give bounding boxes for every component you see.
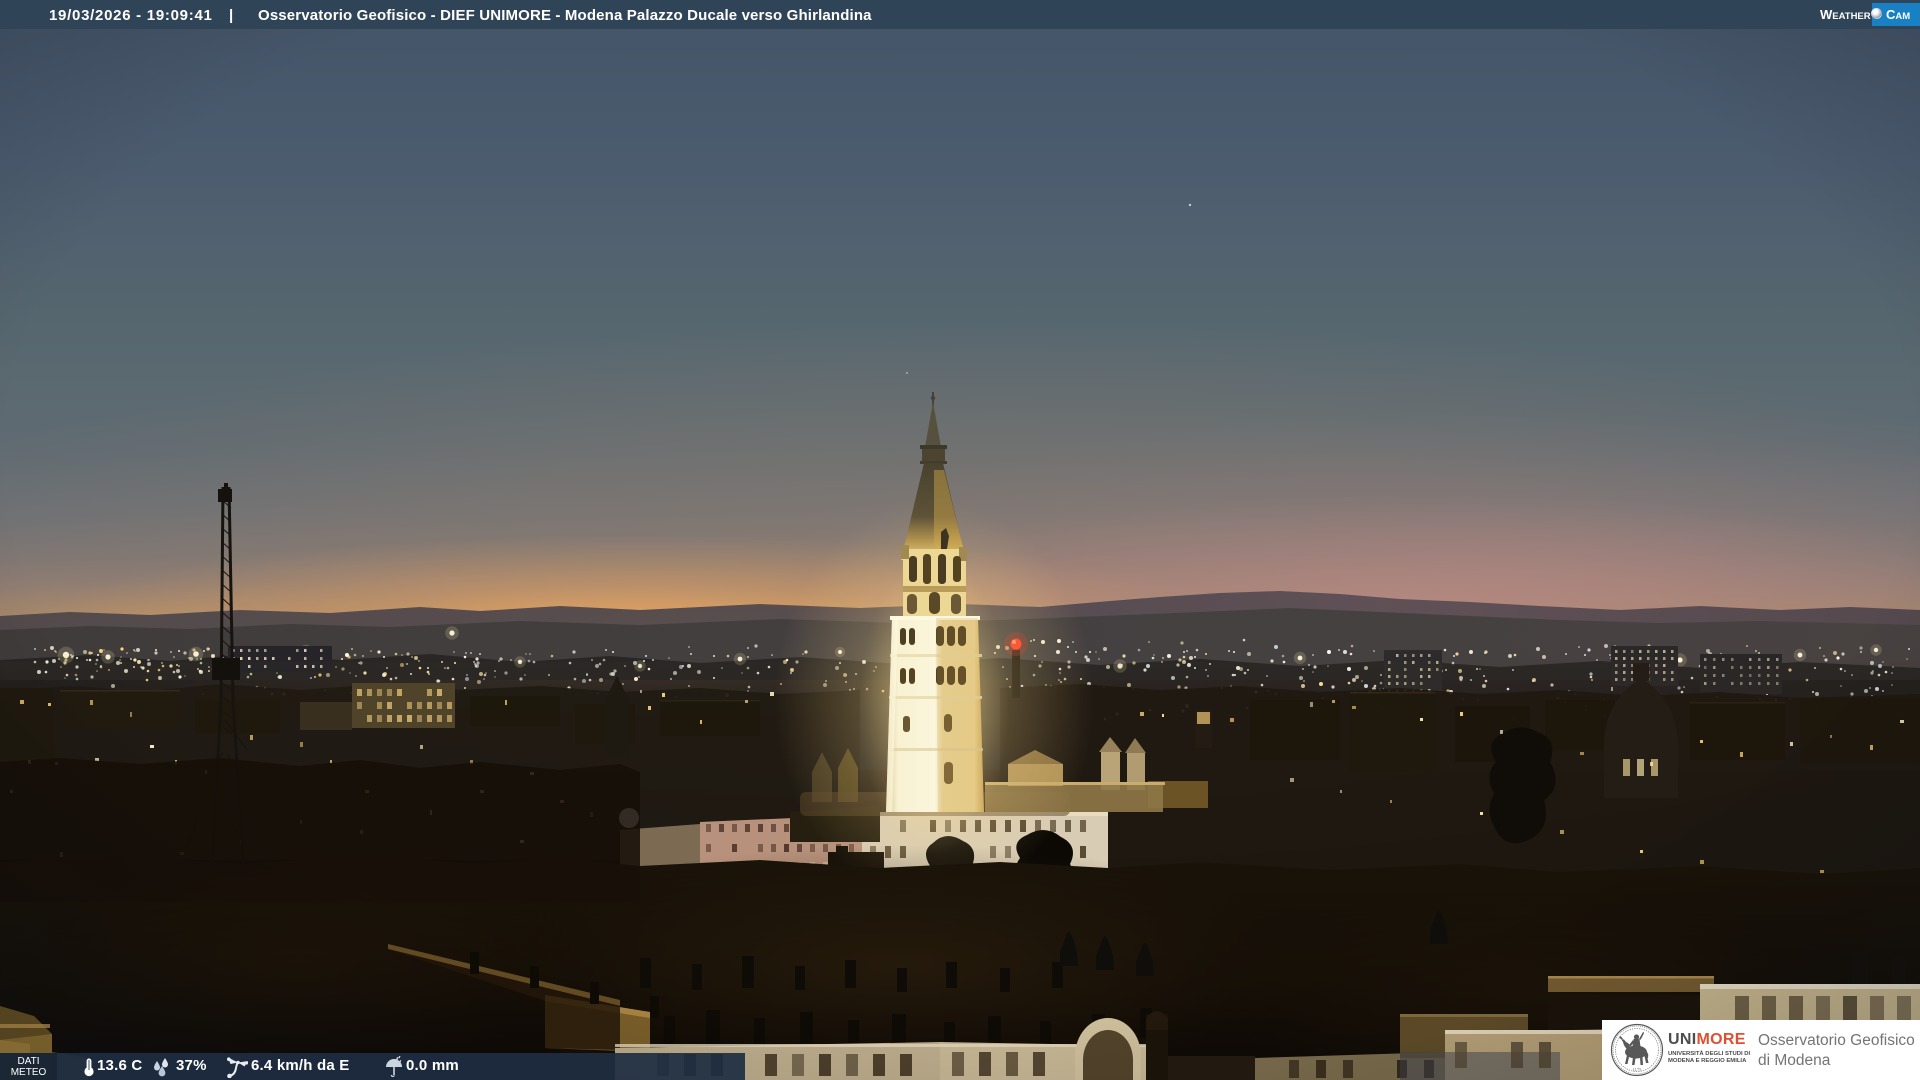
svg-text:1175: 1175	[1633, 1067, 1643, 1072]
